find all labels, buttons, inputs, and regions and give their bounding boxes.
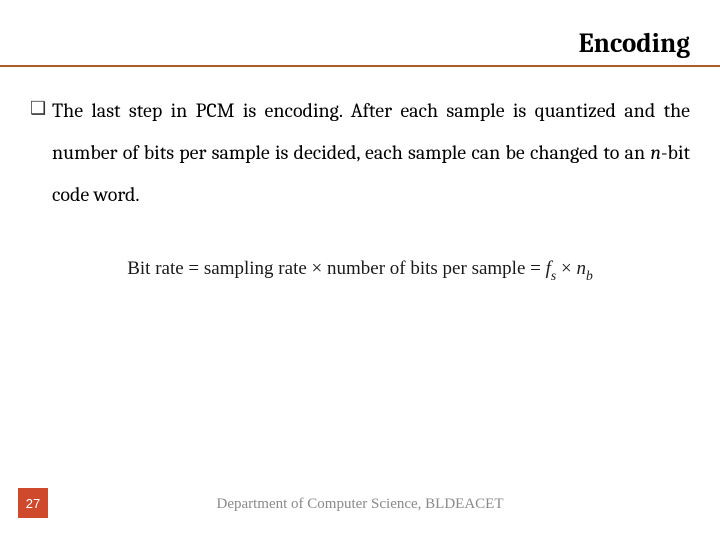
formula-n-sub: b	[586, 268, 593, 283]
formula-eq1: =	[184, 258, 204, 279]
slide-body: ❑ The last step in PCM is encoding. Afte…	[30, 90, 690, 283]
body-text-italic: n	[650, 141, 661, 164]
body-text-pre: The last step in PCM is encoding. After …	[52, 99, 690, 164]
formula-n: n	[576, 258, 586, 279]
slide-title: Encoding	[30, 28, 690, 59]
formula-lhs: Bit rate	[127, 258, 183, 279]
square-bullet-icon: ❑	[30, 90, 52, 128]
footer-text: Department of Computer Science, BLDEACET	[0, 496, 720, 513]
body-paragraph: The last step in PCM is encoding. After …	[52, 90, 690, 216]
formula-block: Bit rate = sampling rate × number of bit…	[30, 258, 690, 283]
bitrate-formula: Bit rate = sampling rate × number of bit…	[127, 258, 593, 283]
formula-f-sub: s	[551, 268, 556, 283]
formula-times: ×	[556, 258, 576, 279]
title-bar: Encoding	[0, 28, 720, 67]
formula-mid: sampling rate × number of bits per sampl…	[204, 258, 526, 279]
slide: Encoding ❑ The last step in PCM is encod…	[0, 0, 720, 540]
bullet-item: ❑ The last step in PCM is encoding. Afte…	[30, 90, 690, 216]
formula-eq2: =	[525, 258, 545, 279]
